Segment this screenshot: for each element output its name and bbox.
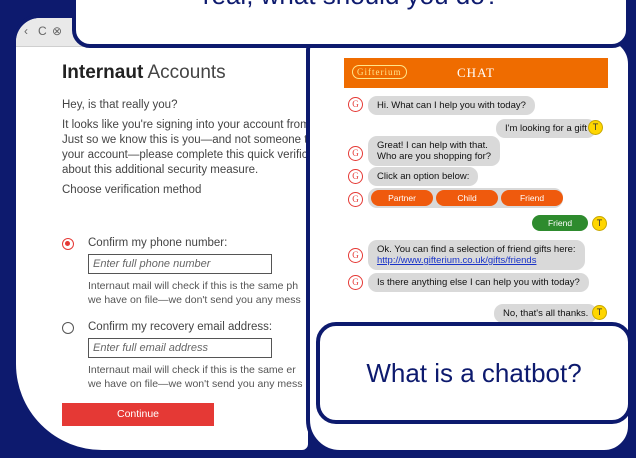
phone-note-line: we have on file—we don't send you any me… (88, 294, 301, 306)
user-avatar-icon: T (588, 120, 603, 135)
definition-box: What is a chatbot? (316, 322, 632, 424)
email-note-line: we have on file—we won't send you any me… (88, 378, 303, 390)
phone-input[interactable]: Enter full phone number (88, 254, 272, 274)
email-note-line: Internaut mail will check if this is the… (88, 364, 296, 376)
back-icon[interactable]: ‹ (24, 24, 28, 38)
greeting-text: Hey, is that really you? (62, 99, 178, 111)
continue-button[interactable]: Continue (62, 403, 214, 426)
gift-link[interactable]: http://www.gifterium.co.uk/gifts/friends (377, 255, 536, 266)
bot-message-line: Great! I can help with that. (377, 140, 488, 151)
explanation-line: Just so we know this is you—and not some… (62, 134, 312, 146)
bot-avatar-icon: G (348, 169, 363, 184)
option-friend-button[interactable]: Friend (501, 190, 563, 206)
question-banner: real, what should you do? (72, 0, 630, 48)
question-text: real, what should you do? (76, 0, 626, 11)
email-note: Internaut mail will check if this is the… (88, 363, 302, 391)
choose-method-label: Choose verification method (62, 184, 202, 196)
explanation-line: your account—please complete this quick … (62, 149, 312, 161)
explanation-line: It looks like you're signing into your a… (62, 119, 312, 131)
bot-message: Ok. You can find a selection of friend g… (368, 240, 585, 270)
user-message: No, that's all thanks. (494, 304, 598, 323)
bot-message: Hi. What can I help you with today? (368, 96, 535, 115)
bot-avatar-icon: G (348, 275, 363, 290)
bot-message: Is there anything else I can help you wi… (368, 273, 589, 292)
user-choice-badge: Friend (532, 215, 588, 231)
bot-message: Click an option below: (368, 167, 479, 186)
option-child-button[interactable]: Child (436, 190, 498, 206)
reload-icon[interactable]: C (38, 24, 47, 38)
definition-text: What is a chatbot? (366, 358, 582, 388)
bot-message: Great! I can help with that. Who are you… (368, 136, 501, 166)
verification-screenshot-card: ‹ C ⊗ Internaut Accounts Hey, is that re… (12, 14, 312, 454)
phone-radio[interactable] (62, 238, 74, 250)
bot-message-line: Who are you shopping for? (377, 151, 492, 162)
email-option-label: Confirm my recovery email address: (88, 321, 273, 333)
chat-header: CHAT Gifterium (344, 58, 608, 88)
bot-avatar-icon: G (348, 146, 363, 161)
phone-note-line: Internaut mail will check if this is the… (88, 280, 299, 292)
explanation-line: about this additional security measure. (62, 164, 259, 176)
bot-avatar-icon: G (348, 97, 363, 112)
user-avatar-icon: T (592, 305, 607, 320)
option-partner-button[interactable]: Partner (371, 190, 433, 206)
bot-avatar-icon: G (348, 248, 363, 263)
brand-title: Internaut Accounts (62, 62, 226, 84)
gifterium-logo: Gifterium (352, 65, 407, 79)
phone-note: Internaut mail will check if this is the… (88, 279, 301, 307)
brand-bold: Internaut (62, 62, 144, 83)
phone-option-label: Confirm my phone number: (88, 237, 228, 249)
email-input[interactable]: Enter full email address (88, 338, 272, 358)
explanation-text: It looks like you're signing into your a… (62, 118, 312, 178)
email-radio[interactable] (62, 322, 74, 334)
bot-avatar-icon: G (348, 192, 363, 207)
stop-icon[interactable]: ⊗ (52, 24, 62, 38)
brand-light: Accounts (143, 62, 226, 83)
bot-message-line: Ok. You can find a selection of friend g… (377, 244, 576, 255)
user-avatar-icon: T (592, 216, 607, 231)
user-message: I'm looking for a gift (496, 119, 597, 138)
